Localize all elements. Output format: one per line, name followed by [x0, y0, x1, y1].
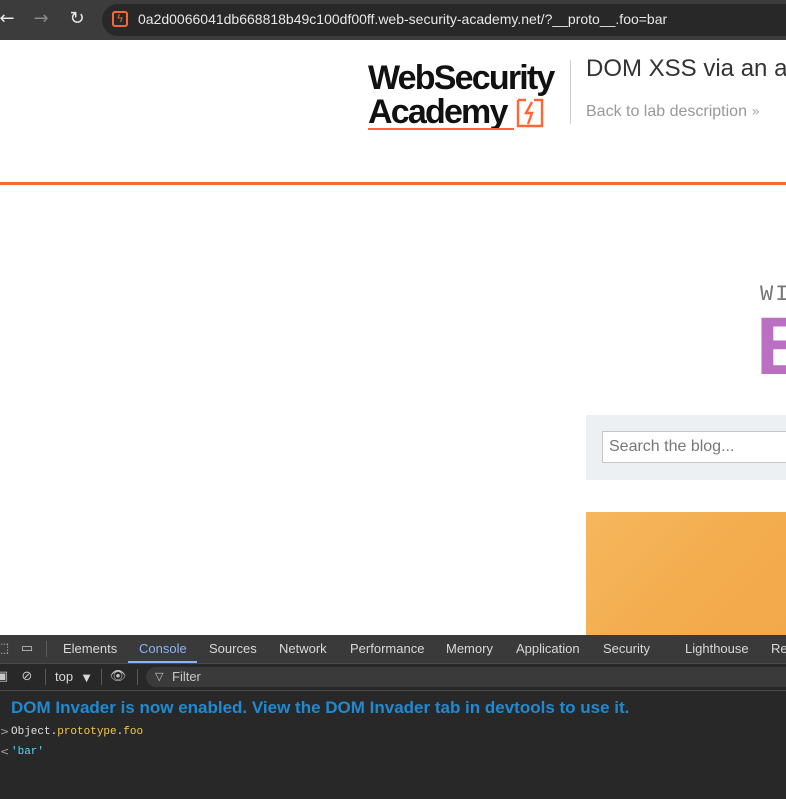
tab-network[interactable]: Network [279, 635, 327, 663]
code-property: foo [123, 726, 144, 738]
back-arrow-icon[interactable]: ← [0, 8, 18, 30]
context-label: top [55, 669, 74, 684]
blog-post-image[interactable] [586, 512, 786, 635]
header-divider [570, 60, 571, 124]
input-prompt-icon: > [0, 725, 10, 738]
filter-placeholder: Filter [172, 669, 201, 684]
tab-application[interactable]: Application [516, 635, 580, 663]
url-text[interactable]: 0a2d0066041db668818b49c100df00ff.web-sec… [138, 11, 667, 27]
blog-search-bar [586, 415, 786, 480]
sidebar-toggle-icon[interactable]: ▣ [0, 668, 11, 686]
devtools-tab-bar: ⬚ ▭ Elements Console Sources Network Per… [0, 635, 786, 664]
web-security-academy-logo[interactable]: WebSecurity Academy [368, 60, 568, 132]
tab-separator [46, 641, 47, 657]
eye-icon[interactable]: 👁 [109, 668, 127, 686]
dom-invader-banner: DOM Invader is now enabled. View the DOM… [11, 698, 630, 717]
header-rule [0, 182, 786, 185]
back-link-label: Back to lab description [586, 103, 747, 120]
context-selector[interactable]: top ▼ [55, 668, 90, 688]
logo-text-line2: Academy [368, 93, 508, 131]
inspect-element-icon[interactable]: ⬚ [0, 640, 12, 658]
address-bar[interactable]: ϟ 0a2d0066041db668818b49c100df00ff.web-s… [102, 4, 786, 36]
clear-console-icon[interactable]: ⊘ [18, 668, 36, 686]
tab-performance[interactable]: Performance [350, 635, 424, 663]
blog-search-input[interactable] [602, 431, 786, 463]
console-output-value: 'bar' [11, 746, 45, 758]
console-output-row[interactable]: < 'bar' [0, 743, 786, 763]
tab-lighthouse[interactable]: Lighthouse [685, 635, 749, 663]
console-input-row[interactable]: > Object.prototype.foo [0, 723, 786, 743]
forward-arrow-icon[interactable]: → [30, 8, 52, 30]
reload-icon[interactable]: ↻ [66, 8, 88, 30]
console-toolbar: ▣ ⊘ top ▼ 👁 ▽ Filter [0, 664, 786, 691]
output-return-icon: < [0, 745, 10, 758]
tab-recorder[interactable]: Re [771, 635, 786, 663]
tab-security[interactable]: Security [603, 635, 650, 663]
active-tab-indicator [128, 661, 197, 663]
console-output[interactable]: DOM Invader is now enabled. View the DOM… [0, 691, 786, 799]
tab-memory[interactable]: Memory [446, 635, 493, 663]
browser-toolbar: ← → ↻ ϟ 0a2d0066041db668818b49c100df00ff… [0, 0, 786, 40]
lightning-bolt-icon [516, 98, 544, 128]
web-page: WebSecurity Academy DOM XSS via an a Bac… [0, 40, 786, 635]
console-input-code: Object.prototype.foo [11, 723, 143, 741]
code-property: prototype [57, 726, 117, 738]
double-chevron-right-icon: » [751, 104, 761, 120]
logo-text-line1: WebSecurity [368, 59, 555, 97]
toolbar-separator [45, 669, 46, 685]
tab-sources[interactable]: Sources [209, 635, 257, 663]
filter-funnel-icon: ▽ [155, 670, 164, 683]
devtools-panel: ⬚ ▭ Elements Console Sources Network Per… [0, 635, 786, 799]
hero-title: B [756, 301, 786, 392]
lab-title: DOM XSS via an a [586, 55, 786, 82]
console-filter-input[interactable]: ▽ Filter [146, 667, 786, 687]
toolbar-separator [137, 669, 138, 685]
back-to-lab-link[interactable]: Back to lab description » [586, 103, 760, 121]
site-favicon-icon: ϟ [112, 11, 128, 27]
toolbar-separator [101, 669, 102, 685]
dropdown-arrow-icon: ▼ [82, 673, 91, 684]
device-toolbar-icon[interactable]: ▭ [18, 640, 36, 658]
logo-underline [368, 128, 514, 130]
tab-elements[interactable]: Elements [63, 635, 117, 663]
tab-console[interactable]: Console [139, 635, 187, 663]
code-object: Object [11, 726, 51, 738]
